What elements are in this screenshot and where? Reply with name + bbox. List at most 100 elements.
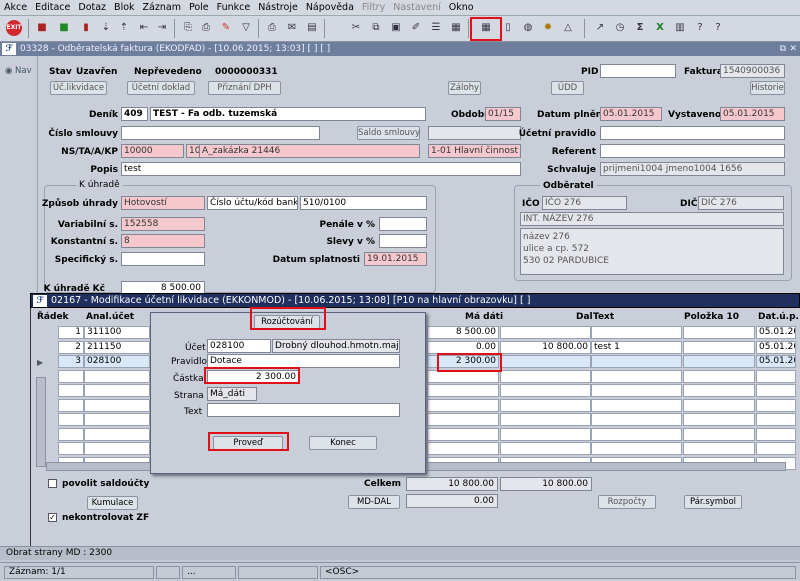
konec-button[interactable]: Konec [309, 436, 377, 450]
grid-cell-dal[interactable] [500, 398, 591, 412]
grid-cell-dat[interactable]: 05.01.2015 [756, 355, 796, 368]
menu-funkce[interactable]: Funkce [217, 2, 251, 13]
konstantni-field[interactable]: 8 [121, 234, 205, 248]
grid-cell-n[interactable] [58, 398, 84, 412]
print-icon[interactable]: ⎙ [264, 20, 280, 36]
first-record-icon[interactable]: ⇤ [136, 20, 152, 36]
grid-cell-n[interactable] [58, 384, 84, 397]
menu-napoveda[interactable]: Nápověda [306, 2, 354, 13]
grid-cell-ucet[interactable] [84, 369, 150, 383]
ico-field[interactable]: IČO 276 [542, 196, 627, 210]
priznani-dph-button[interactable]: Přiznání DPH [208, 81, 281, 95]
grid-cell-n[interactable] [58, 413, 84, 426]
menu-akce[interactable]: Akce [4, 2, 27, 13]
a-field[interactable]: A_zakázka 21446 [199, 144, 420, 158]
grid-cell-dat[interactable] [756, 369, 796, 383]
md-dal-button[interactable]: MD-DAL [348, 495, 400, 509]
obdobi-field[interactable]: 01/15 [485, 107, 521, 121]
grid-cell-pol[interactable] [683, 369, 755, 383]
grid-cell-ma_dati[interactable] [427, 413, 499, 426]
nekontrolovat-zf-checkbox[interactable]: ✓ [48, 513, 57, 522]
pid-field[interactable] [600, 64, 676, 78]
pravidlo-field[interactable]: Dotace [207, 354, 400, 368]
udd-button[interactable]: ÚDD [551, 81, 584, 95]
grid-cell-pol[interactable] [683, 384, 755, 397]
grid-cell-pol[interactable] [683, 326, 755, 339]
specificky-field[interactable] [121, 252, 205, 266]
menu-zaznam[interactable]: Záznam [143, 2, 181, 13]
kumulace-button[interactable]: Kumulace [87, 496, 138, 510]
nav-label[interactable]: Nav [15, 66, 32, 76]
nav-icon[interactable]: ◉ [5, 66, 12, 76]
filter-icon[interactable]: ▽ [238, 20, 254, 36]
int-nazev-field[interactable]: INT. NÁZEV 276 [520, 212, 784, 226]
ucetni-pravidlo-field[interactable] [600, 126, 785, 140]
saldo-smlouvy-button[interactable]: Saldo smlouvy [357, 126, 420, 140]
chart-icon[interactable]: ▥ [672, 20, 688, 36]
grid-cell-text[interactable] [591, 384, 682, 397]
grid-cell-n[interactable]: 2 [58, 340, 84, 354]
add-record-icon[interactable]: ■ [56, 20, 72, 36]
vystaveno-field[interactable]: 05.01.2015 [720, 107, 785, 121]
grid-cell-dat[interactable] [756, 427, 796, 441]
row-scroll-strip[interactable] [36, 377, 46, 467]
attach-icon[interactable]: ▤ [304, 20, 320, 36]
grid-cell-pol[interactable] [683, 427, 755, 441]
globe-icon[interactable]: ◍ [520, 20, 536, 36]
menu-editace[interactable]: Editace [35, 2, 70, 13]
export-icon[interactable]: ↗ [592, 20, 608, 36]
grid-cell-pol[interactable] [683, 355, 755, 368]
close-icon[interactable]: ✕ [789, 44, 797, 54]
copy-icon[interactable]: ⧉ [368, 20, 384, 36]
uc-likvidace-button[interactable]: Úč.likvidace [50, 81, 107, 95]
menu-okno[interactable]: Okno [449, 2, 474, 13]
grid-cell-dat[interactable]: 05.01.2015 [756, 326, 796, 339]
ucetni-doklad-button[interactable]: Účetní doklad [127, 81, 195, 95]
text-field[interactable] [207, 403, 400, 417]
grid-cell-dat[interactable] [756, 442, 796, 455]
help-icon[interactable]: ? [692, 20, 708, 36]
grid-cell-dal[interactable]: 10 800.00 [500, 340, 591, 354]
denik-code-field[interactable]: 409 [121, 107, 148, 121]
grid-cell-ucet[interactable] [84, 398, 150, 412]
grid-cell-text[interactable] [591, 369, 682, 383]
grid-cell-ma_dati[interactable] [427, 442, 499, 455]
query-run-icon[interactable]: ⎙ [198, 20, 214, 36]
par-symbol-button[interactable]: Pár.symbol [684, 495, 742, 509]
ucet-field[interactable]: 028100 [207, 339, 271, 353]
grid-cell-dal[interactable] [500, 413, 591, 426]
referent-field[interactable] [600, 144, 785, 158]
penale-field[interactable] [379, 217, 427, 231]
grid-cell-pol[interactable] [683, 442, 755, 455]
grid-cell-n[interactable] [58, 442, 84, 455]
grid-cell-n[interactable] [58, 427, 84, 441]
grid-cell-pol[interactable] [683, 413, 755, 426]
remove-record-icon[interactable]: ▮ [78, 20, 94, 36]
variabilni-field[interactable]: 152558 [121, 217, 205, 231]
query-icon[interactable]: ⎘ [180, 20, 196, 36]
grid-cell-dal[interactable] [500, 355, 591, 368]
clock-icon[interactable]: ◷ [612, 20, 628, 36]
warning-icon[interactable]: △ [560, 20, 576, 36]
sort-up-icon[interactable]: ⇡ [116, 20, 132, 36]
cislo-uctu-field[interactable]: Číslo účtu/kód banky [207, 196, 298, 210]
delete-record-icon[interactable]: ■ [34, 20, 50, 36]
menu-dotaz[interactable]: Dotaz [78, 2, 106, 13]
sort-down-icon[interactable]: ⇣ [98, 20, 114, 36]
sum-icon[interactable]: Σ [632, 20, 648, 36]
grid-icon[interactable]: ▦ [448, 20, 464, 36]
grid-cell-pol[interactable] [683, 340, 755, 354]
menu-nastroje[interactable]: Nástroje [258, 2, 298, 13]
grid-cell-ucet[interactable] [84, 413, 150, 426]
grid-cell-ucet[interactable]: 211150 [84, 340, 150, 354]
grid-cell-text[interactable] [591, 355, 682, 368]
rozpocty-button[interactable]: Rozpočty [598, 495, 656, 509]
slevy-field[interactable] [379, 234, 427, 248]
grid-cell-ma_dati[interactable] [427, 384, 499, 397]
paste-icon[interactable]: ▣ [388, 20, 404, 36]
banka-field[interactable]: 510/0100 [300, 196, 427, 210]
kp-field[interactable]: 1-01 Hlavní činnost [428, 144, 521, 158]
datum-splatnosti-field[interactable]: 19.01.2015 [364, 252, 427, 266]
cislo-smlouvy-field[interactable] [121, 126, 320, 140]
povolit-saldoucty-checkbox[interactable] [48, 479, 57, 488]
